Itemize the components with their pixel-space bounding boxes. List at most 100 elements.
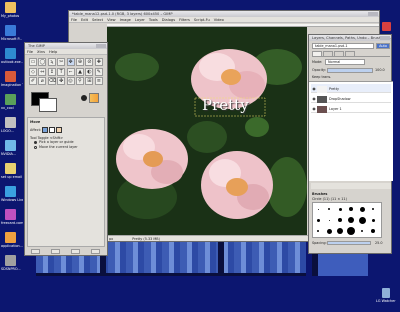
- opacity-slider[interactable]: [327, 68, 373, 73]
- tool-button-icon[interactable]: ⌫: [47, 77, 56, 85]
- tool-button-icon[interactable]: ◯: [38, 58, 47, 66]
- tab-layers[interactable]: [312, 51, 322, 57]
- menu-edit[interactable]: Edit: [81, 18, 88, 22]
- menu-dialogs[interactable]: Dialogs: [162, 18, 175, 22]
- tool-button-icon[interactable]: ⌐: [66, 67, 75, 76]
- affect-selection-icon[interactable]: [49, 127, 55, 133]
- brush-swatch[interactable]: [328, 219, 330, 221]
- menu-file[interactable]: File: [27, 50, 33, 54]
- menu-file[interactable]: File: [71, 18, 77, 22]
- tab-channels[interactable]: [323, 51, 333, 57]
- recycle-bin-icon[interactable]: LG Watcher: [376, 288, 398, 303]
- mode-dropdown[interactable]: Normal: [325, 59, 365, 65]
- desktop-icon[interactable]: LOGO...: [1, 117, 23, 133]
- tab-undo[interactable]: [345, 51, 355, 57]
- pattern-swatch[interactable]: [81, 95, 87, 101]
- tool-button-icon[interactable]: ⊞: [85, 77, 94, 85]
- save-options-button[interactable]: [31, 249, 40, 254]
- option-pick-radio[interactable]: [34, 141, 37, 144]
- image-window-titlebar[interactable]: *table_mana12.psd-1.0 (RGB, 3 layers) 60…: [69, 11, 379, 17]
- menu-filters[interactable]: Filters: [179, 18, 190, 22]
- toolbox-window[interactable]: The GIMP File Xtns Help ▭ ◯ ϡ ✂ ✥ ⊕ ⊘ ✚ ◇ ⇔ ↕ T ⌐ ▲ ◐ ✎ ✐ ⌀…: [24, 42, 108, 256]
- brush-swatch[interactable]: [358, 216, 366, 224]
- window-controls-icon[interactable]: [96, 44, 106, 48]
- brush-swatch[interactable]: [371, 218, 375, 222]
- desktop-icon[interactable]: application...: [1, 232, 23, 248]
- tool-button-icon[interactable]: ≡: [94, 77, 103, 85]
- layer-row[interactable]: ◉ Layer 1: [311, 104, 391, 113]
- tool-button-icon[interactable]: ✚: [94, 58, 103, 66]
- tool-button-icon[interactable]: ⚲: [76, 77, 84, 85]
- tool-button-icon[interactable]: T: [57, 67, 66, 76]
- menu-xtns[interactable]: Xtns: [37, 50, 45, 54]
- background-color-swatch[interactable]: [39, 98, 57, 112]
- tool-button-icon[interactable]: ⊕: [76, 58, 84, 66]
- layers-dialog[interactable]: Layers, Channels, Paths, Undo – Brushes,…: [308, 34, 393, 254]
- layer-row[interactable]: ◉ Pretty: [311, 84, 391, 93]
- toolbox-titlebar[interactable]: The GIMP: [25, 43, 107, 49]
- affect-path-icon[interactable]: [56, 127, 62, 133]
- menu-script-fu[interactable]: Script-Fu: [194, 18, 210, 22]
- desktop-icon[interactable]: NVIDIA...: [1, 140, 23, 156]
- brush-swatch[interactable]: [359, 206, 365, 212]
- brush-swatch[interactable]: [316, 218, 320, 222]
- menu-layer[interactable]: Layer: [135, 18, 145, 22]
- window-controls-icon[interactable]: [368, 12, 378, 16]
- brush-swatch[interactable]: [361, 230, 363, 232]
- menu-tools[interactable]: Tools: [149, 18, 158, 22]
- tool-button-icon[interactable]: ✎: [94, 67, 103, 76]
- desktop-icon[interactable]: set up email for beginners: [1, 163, 23, 179]
- desktop-icon[interactable]: Windows Live...: [1, 186, 23, 202]
- auto-button[interactable]: Auto: [376, 43, 390, 49]
- desktop-icon[interactable]: Microsoft P...: [1, 25, 23, 41]
- tool-button-icon[interactable]: ⇔: [38, 67, 47, 76]
- desktop-icon[interactable]: freecard.com Windows ...: [1, 209, 23, 225]
- layer-row[interactable]: ◉ DropShadow: [311, 94, 391, 103]
- tool-button-icon[interactable]: ↕: [47, 67, 56, 76]
- gradient-swatch[interactable]: [89, 93, 99, 103]
- tool-button-icon[interactable]: ◇: [29, 67, 37, 76]
- tool-button-icon[interactable]: ◐: [85, 67, 94, 76]
- brush-swatch[interactable]: [371, 229, 375, 233]
- brush-swatch[interactable]: [328, 208, 330, 210]
- desktop-icon[interactable]: outlook.exe...: [1, 48, 23, 64]
- brush-grid[interactable]: [312, 202, 382, 238]
- option-move-radio[interactable]: [34, 146, 37, 149]
- brush-swatch[interactable]: [317, 208, 319, 210]
- tool-button-icon[interactable]: ▲: [76, 67, 84, 76]
- desktop-icon[interactable]: My_photos: [1, 2, 23, 18]
- brush-swatch[interactable]: [348, 217, 354, 223]
- brush-swatch[interactable]: [338, 218, 342, 222]
- image-select-dropdown[interactable]: table_mana1.psd-1: [312, 43, 374, 49]
- menu-image[interactable]: Image: [120, 18, 131, 22]
- image-canvas[interactable]: Pretty: [107, 27, 307, 235]
- brush-swatch[interactable]: [337, 228, 343, 234]
- brush-swatch[interactable]: [317, 230, 319, 232]
- tool-button-icon[interactable]: ϡ: [47, 58, 56, 66]
- delete-options-button[interactable]: [71, 249, 80, 254]
- menu-help[interactable]: Help: [49, 50, 57, 54]
- spacing-slider[interactable]: [327, 241, 371, 245]
- desktop-icon[interactable]: SDSNPRO...: [1, 255, 23, 271]
- desktop-icon[interactable]: xx_cool: [1, 94, 23, 110]
- menu-select[interactable]: Select: [92, 18, 103, 22]
- brush-swatch[interactable]: [338, 207, 342, 211]
- tool-button-icon[interactable]: ⌀: [38, 77, 47, 85]
- tool-button-icon[interactable]: ✐: [29, 77, 37, 85]
- brush-swatch[interactable]: [326, 228, 332, 234]
- restore-options-button[interactable]: [51, 249, 60, 254]
- tool-button-icon[interactable]: ✥: [66, 58, 75, 66]
- tool-button-icon[interactable]: ◎: [66, 77, 75, 85]
- tool-button-icon[interactable]: ▭: [29, 58, 37, 66]
- keep-trans-label[interactable]: Keep trans.: [312, 75, 331, 79]
- brush-swatch[interactable]: [349, 207, 353, 211]
- affect-layer-icon[interactable]: [42, 127, 48, 133]
- spacing-value[interactable]: 25.0: [375, 241, 383, 245]
- tool-button-icon[interactable]: ✂: [57, 58, 66, 66]
- tool-button-icon[interactable]: ⊘: [85, 58, 94, 66]
- brush-swatch[interactable]: [347, 227, 355, 235]
- reset-options-button[interactable]: [91, 249, 100, 254]
- tab-paths[interactable]: [334, 51, 344, 57]
- desktop-icon[interactable]: Imagination Thumbs: [1, 71, 23, 87]
- window-controls-icon[interactable]: [380, 36, 390, 40]
